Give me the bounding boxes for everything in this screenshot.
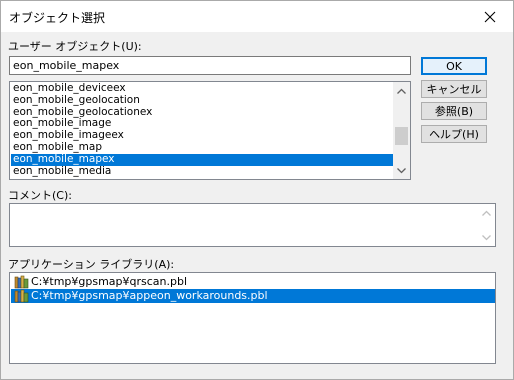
chevron-up-icon (482, 210, 491, 216)
library-item-path: C:¥tmp¥gpsmap¥qrscan.pbl (31, 275, 188, 288)
library-icon (14, 289, 29, 303)
user-object-list[interactable]: eon_mobile_deviceex eon_mobile_geolocatio… (9, 81, 411, 180)
library-item-selected[interactable]: C:¥tmp¥gpsmap¥appeon_workarounds.pbl (11, 289, 495, 303)
user-object-list-item[interactable]: eon_mobile_mapex (11, 153, 393, 166)
comment-scroll-down (478, 229, 495, 246)
user-object-list-items: eon_mobile_deviceex eon_mobile_geolocatio… (11, 82, 393, 178)
ok-button[interactable]: OK (421, 57, 487, 75)
title-bar: オブジェクト選択 (1, 1, 513, 32)
user-object-label: ユーザー オブジェクト(U): (8, 40, 142, 53)
close-icon (484, 11, 496, 22)
cancel-button[interactable]: キャンセル (421, 80, 487, 98)
scroll-thumb[interactable] (395, 127, 408, 145)
user-object-list-item[interactable]: eon_mobile_geolocation (11, 94, 393, 107)
user-object-list-scrollbar[interactable] (393, 82, 410, 179)
user-object-list-item[interactable]: eon_mobile_media (11, 165, 393, 178)
chevron-down-icon (482, 234, 491, 240)
object-select-dialog: オブジェクト選択 ユーザー オブジェクト(U): eon_mobile_mape… (0, 0, 514, 380)
browse-button[interactable]: 参照(B) (421, 102, 487, 120)
comment-scrollbar (478, 204, 495, 246)
chevron-down-icon (397, 167, 406, 173)
chevron-up-icon (397, 88, 406, 94)
library-label: アプリケーション ライブラリ(A): (8, 258, 175, 271)
scroll-up-button[interactable] (393, 82, 410, 99)
comment-textarea[interactable] (9, 203, 496, 247)
library-icon (14, 275, 29, 289)
scroll-down-button[interactable] (393, 162, 410, 179)
help-button[interactable]: ヘルプ(H) (421, 125, 487, 143)
comment-scroll-up (478, 204, 495, 221)
window-title: オブジェクト選択 (9, 11, 106, 25)
library-list[interactable]: C:¥tmp¥gpsmap¥qrscan.pbl C:¥tmp¥gpsmap¥a… (9, 272, 496, 364)
library-item-path: C:¥tmp¥gpsmap¥appeon_workarounds.pbl (31, 289, 268, 302)
library-item[interactable]: C:¥tmp¥gpsmap¥qrscan.pbl (11, 275, 495, 289)
close-button[interactable] (467, 1, 513, 32)
user-object-input[interactable]: eon_mobile_mapex (9, 56, 411, 75)
user-object-list-item[interactable]: eon_mobile_map (11, 141, 393, 154)
comment-label: コメント(C): (8, 189, 72, 202)
